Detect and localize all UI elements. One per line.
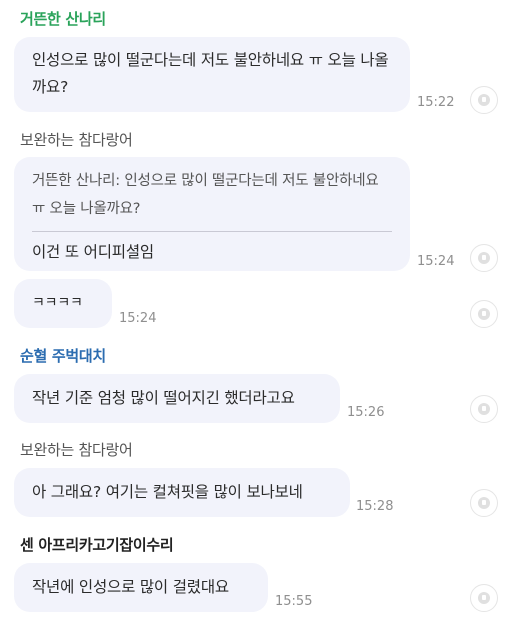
message-text: 이건 또 어디피셜임 [32,243,154,261]
reaction-icon[interactable] [470,300,498,328]
message-bubble: 아 그래요? 여기는 컬쳐핏을 많이 보나보네 [14,468,350,517]
message-time: 15:28 [356,499,394,514]
message-text: 인성으로 많이 떨군다는데 저도 불안하네요 ㅠ 오늘 나올까요? [32,51,389,96]
reaction-icon[interactable] [470,584,498,612]
reaction-icon[interactable] [470,489,498,517]
message-time: 15:55 [275,594,313,609]
message-time: 15:26 [347,405,385,420]
sender-name[interactable]: 보완하는 참다랑어 [20,129,133,150]
quote-divider [32,231,392,232]
reaction-icon[interactable] [470,244,498,272]
message-text: 작년에 인성으로 많이 걸렸대요 [32,578,229,596]
message-time: 15:24 [417,254,455,269]
sender-name[interactable]: 순혈 주벅대치 [20,345,106,366]
reaction-icon[interactable] [470,86,498,114]
message-text: 작년 기준 엄청 많이 떨어지긴 했더라고요 [32,389,295,407]
quoted-message[interactable]: 거뜬한 산나리: 인성으로 많이 떨군다는데 저도 불안하네요 ㅠ 오늘 나올까… [32,167,392,223]
message-text: ㅋㅋㅋㅋ [32,295,83,311]
sender-name[interactable]: 거뜬한 산나리 [20,8,106,29]
message-bubble: 작년에 인성으로 많이 걸렸대요 [14,563,268,612]
message-bubble: ㅋㅋㅋㅋ [14,279,112,328]
sender-name[interactable]: 센 아프리카고기잡이수리 [20,534,174,555]
reaction-icon[interactable] [470,395,498,423]
message-time: 15:22 [417,95,455,110]
message-text: 아 그래요? 여기는 컬쳐핏을 많이 보나보네 [32,483,303,501]
sender-name[interactable]: 보완하는 참다랑어 [20,439,133,460]
message-bubble: 작년 기준 엄청 많이 떨어지긴 했더라고요 [14,374,340,423]
message-bubble: 인성으로 많이 떨군다는데 저도 불안하네요 ㅠ 오늘 나올까요? [14,37,410,112]
reply-bubble: 거뜬한 산나리: 인성으로 많이 떨군다는데 저도 불안하네요 ㅠ 오늘 나올까… [14,157,410,271]
message-time: 15:24 [119,311,157,326]
